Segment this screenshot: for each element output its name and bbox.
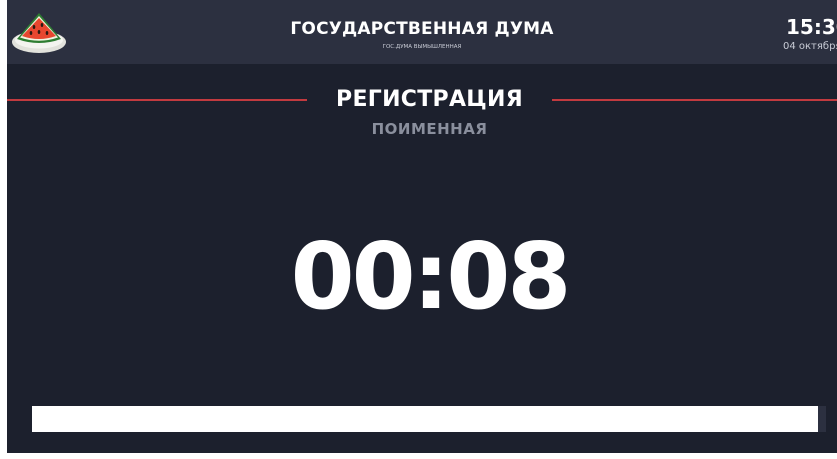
section-subtitle: ПОИМЕННАЯ: [371, 120, 488, 138]
clock-date: 04 октября: [783, 41, 837, 52]
header-subtitle: ГОС.ДУМА ВЫМЫШЛЕННАЯ: [382, 44, 462, 50]
clock-time: 15:30: [786, 15, 837, 39]
header-bar: ГОСУДАРСТВЕННАЯ ДУМА ГОС.ДУМА ВЫМЫШЛЕННА…: [7, 0, 837, 64]
progress-fill: [32, 406, 819, 432]
voting-screen: ГОСУДАРСТВЕННАЯ ДУМА ГОС.ДУМА ВЫМЫШЛЕННА…: [7, 0, 837, 453]
progress-bar: [32, 406, 826, 432]
section-title: РЕГИСТРАЦИЯ: [336, 87, 523, 112]
countdown-timer: 00:08: [290, 223, 572, 330]
header-title: ГОСУДАРСТВЕННАЯ ДУМА: [290, 19, 554, 39]
